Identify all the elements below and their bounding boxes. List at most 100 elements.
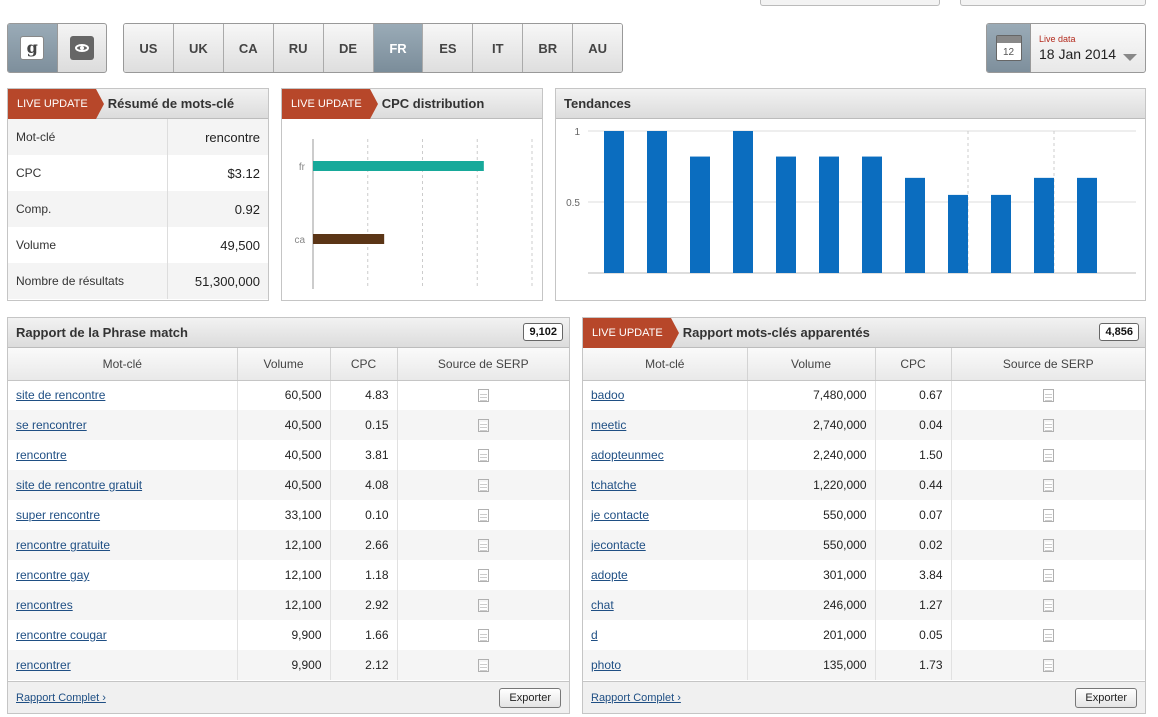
panel-header: Rapport de la Phrase match 9,102 <box>8 318 569 348</box>
keyword-link[interactable]: adopteunmec <box>591 448 664 462</box>
column-header[interactable]: Source de SERP <box>397 348 569 381</box>
document-icon[interactable] <box>477 449 489 463</box>
column-header[interactable]: Volume <box>237 348 331 381</box>
panel-title: Tendances <box>564 96 631 111</box>
document-icon[interactable] <box>1042 449 1054 463</box>
calendar-button[interactable]: 12 <box>987 24 1031 72</box>
live-update-badge: LIVE UPDATE <box>583 317 679 348</box>
country-tab-au[interactable]: AU <box>572 24 622 72</box>
panel-header: LIVE UPDATE CPC distribution <box>282 88 542 119</box>
document-icon[interactable] <box>477 509 489 523</box>
keyword-link[interactable]: badoo <box>591 388 624 402</box>
panel-header: Tendances <box>556 89 1145 119</box>
country-tab-it[interactable]: IT <box>472 24 523 72</box>
keyword-cell: rencontre gay <box>8 560 238 590</box>
keyword-link[interactable]: super rencontre <box>16 508 100 522</box>
country-tab-br[interactable]: BR <box>522 24 573 72</box>
trend-bar <box>905 177 925 273</box>
engine-bing-button[interactable] <box>56 24 107 72</box>
country-tab-us[interactable]: US <box>124 24 173 72</box>
keyword-link[interactable]: tchatche <box>591 478 636 492</box>
serp-source-cell <box>397 470 569 500</box>
document-icon[interactable] <box>477 599 489 613</box>
table-header-row: Mot-clé Volume CPC Source de SERP <box>8 348 569 381</box>
keyword-link[interactable]: se rencontrer <box>16 418 87 432</box>
export-button[interactable]: Exporter <box>499 687 561 708</box>
document-icon[interactable] <box>1042 389 1054 403</box>
document-icon[interactable] <box>1042 479 1054 493</box>
column-header[interactable]: Mot-clé <box>8 348 238 381</box>
cpc-cell: 4.83 <box>330 380 398 410</box>
panel-header: LIVE UPDATE Résumé de mots-clé <box>8 88 268 119</box>
document-icon[interactable] <box>1042 599 1054 613</box>
top-toolbar-button-right[interactable] <box>960 0 1146 6</box>
country-tab-ca[interactable]: CA <box>222 24 273 72</box>
keyword-link[interactable]: site de rencontre gratuit <box>16 478 142 492</box>
document-icon[interactable] <box>477 659 489 673</box>
volume-cell: 246,000 <box>747 590 876 620</box>
document-icon[interactable] <box>477 569 489 583</box>
top-toolbar-button-left[interactable] <box>760 0 940 6</box>
keyword-cell: chat <box>583 590 748 620</box>
full-report-link[interactable]: Rapport Complet › <box>591 692 681 704</box>
cpc-cell: 0.44 <box>875 470 952 500</box>
column-header[interactable]: Mot-clé <box>583 348 748 381</box>
country-tab-ru[interactable]: RU <box>272 24 323 72</box>
date-display[interactable]: Live data 18 Jan 2014 <box>1031 24 1145 72</box>
document-icon[interactable] <box>1042 659 1054 673</box>
table-row: photo 135,000 1.73 <box>583 650 1145 680</box>
column-header[interactable]: Volume <box>747 348 876 381</box>
document-icon[interactable] <box>477 389 489 403</box>
keyword-link[interactable]: chat <box>591 598 614 612</box>
keyword-link[interactable]: rencontre <box>16 448 67 462</box>
country-tab-es[interactable]: ES <box>422 24 473 72</box>
document-icon[interactable] <box>477 419 489 433</box>
chevron-down-icon[interactable] <box>1123 54 1137 61</box>
document-icon[interactable] <box>477 629 489 643</box>
document-icon[interactable] <box>477 479 489 493</box>
document-icon[interactable] <box>1042 629 1054 643</box>
keyword-link[interactable]: d <box>591 628 598 642</box>
cpc-cell: 0.15 <box>330 410 398 440</box>
engine-google-button[interactable]: g <box>8 24 57 72</box>
country-tab-uk[interactable]: UK <box>172 24 223 72</box>
keyword-cell: tchatche <box>583 470 748 500</box>
volume-cell: 135,000 <box>747 650 876 680</box>
document-icon[interactable] <box>1042 539 1054 553</box>
country-tab-de[interactable]: DE <box>322 24 373 72</box>
trend-bar <box>991 194 1011 273</box>
keyword-link[interactable]: meetic <box>591 418 626 432</box>
keyword-link[interactable]: site de rencontre <box>16 388 105 402</box>
document-icon[interactable] <box>477 539 489 553</box>
table-row: adopteunmec 2,240,000 1.50 <box>583 440 1145 470</box>
country-tab-fr[interactable]: FR <box>372 24 423 72</box>
cpc-cell: 0.05 <box>875 620 952 650</box>
keyword-cell: jecontacte <box>583 530 748 560</box>
volume-cell: 12,100 <box>237 560 331 590</box>
date-picker[interactable]: 12 Live data 18 Jan 2014 <box>986 23 1146 73</box>
cpc-cell: 3.81 <box>330 440 398 470</box>
keyword-link[interactable]: je contacte <box>591 508 649 522</box>
column-header[interactable]: CPC <box>330 348 398 381</box>
serp-source-cell <box>397 650 569 680</box>
keyword-cell: rencontre cougar <box>8 620 238 650</box>
document-icon[interactable] <box>1042 509 1054 523</box>
keyword-link[interactable]: rencontrer <box>16 658 71 672</box>
y-tick-label: 0.5 <box>566 198 580 209</box>
column-header[interactable]: CPC <box>875 348 952 381</box>
keyword-link[interactable]: rencontre gay <box>16 568 89 582</box>
volume-cell: 550,000 <box>747 530 876 560</box>
export-button[interactable]: Exporter <box>1075 687 1137 708</box>
document-icon[interactable] <box>1042 569 1054 583</box>
keyword-link[interactable]: jecontacte <box>591 538 646 552</box>
document-icon[interactable] <box>1042 419 1054 433</box>
keyword-link[interactable]: adopte <box>591 568 628 582</box>
keyword-link[interactable]: photo <box>591 658 621 672</box>
full-report-link[interactable]: Rapport Complet › <box>16 692 106 704</box>
keyword-link[interactable]: rencontre cougar <box>16 628 107 642</box>
keyword-link[interactable]: rencontre gratuite <box>16 538 110 552</box>
country-tabs: US UK CA RU DE FR ES IT BR AU <box>123 23 623 73</box>
column-header[interactable]: Source de SERP <box>951 348 1145 381</box>
keyword-cell: rencontre gratuite <box>8 530 238 560</box>
keyword-link[interactable]: rencontres <box>16 598 73 612</box>
